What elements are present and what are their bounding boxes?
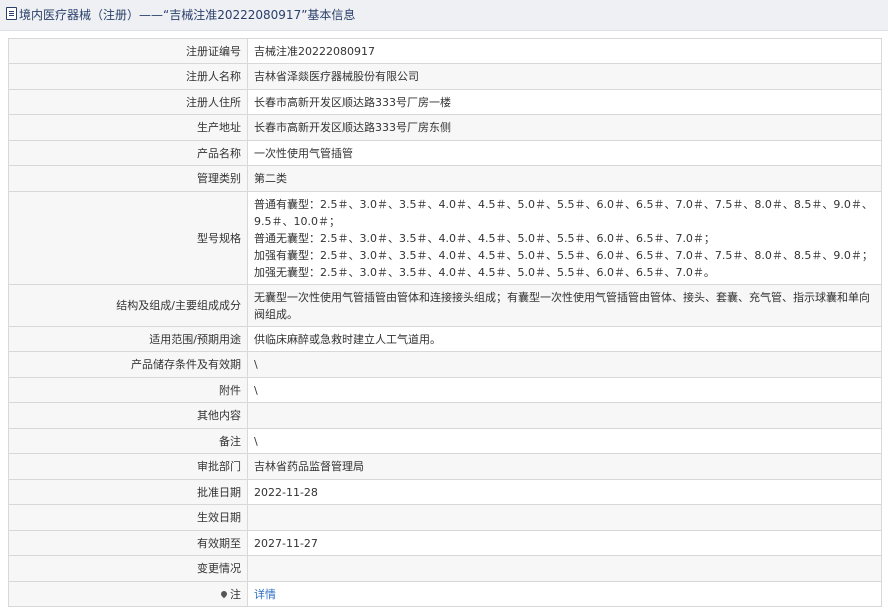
table-row: 产品名称 一次性使用气管插管	[8, 140, 882, 166]
row-value: 长春市高新开发区顺达路333号厂房一楼	[247, 89, 882, 115]
note-label-cell: 注	[8, 581, 248, 607]
table-row: 结构及组成/主要组成成分 无囊型一次性使用气管插管由管体和连接接头组成；有囊型一…	[8, 284, 882, 327]
row-value: \	[247, 428, 882, 454]
row-label: 附件	[8, 377, 248, 403]
table-row: 型号规格 普通有囊型：2.5＃、3.0＃、3.5＃、4.0＃、4.5＃、5.0＃…	[8, 191, 882, 285]
row-label: 变更情况	[8, 555, 248, 582]
table-row: 备注 \	[8, 428, 882, 454]
row-value: 无囊型一次性使用气管插管由管体和连接接头组成；有囊型一次性使用气管插管由管体、接…	[247, 284, 882, 327]
row-value: 第二类	[247, 165, 882, 192]
row-label: 生产地址	[8, 114, 248, 141]
document-icon	[6, 7, 17, 20]
table-row: 生产地址 长春市高新开发区顺达路333号厂房东侧	[8, 114, 882, 141]
row-label: 结构及组成/主要组成成分	[8, 284, 248, 327]
row-label: 生效日期	[8, 504, 248, 531]
details-link[interactable]: 详情	[254, 588, 276, 601]
table-row: 注册人住所 长春市高新开发区顺达路333号厂房一楼	[8, 89, 882, 115]
row-value: 2027-11-27	[247, 530, 882, 556]
model-spec-line: 加强有囊型：2.5＃、3.0＃、3.5＃、4.0＃、4.5＃、5.0＃、5.5＃…	[254, 248, 873, 262]
row-value: \	[247, 351, 882, 378]
row-value: 供临床麻醉或急救时建立人工气道用。	[247, 326, 882, 352]
row-value: 一次性使用气管插管	[247, 140, 882, 166]
row-value: \	[247, 377, 882, 403]
page-title-bar: 境内医疗器械（注册）——“吉械注准20222080917”基本信息	[0, 0, 888, 31]
row-label: 管理类别	[8, 165, 248, 192]
row-value	[247, 504, 882, 531]
row-value: 吉林省药品监督管理局	[247, 453, 882, 480]
table-row: 变更情况	[8, 555, 882, 582]
row-label: 产品名称	[8, 140, 248, 166]
note-value-cell: 详情	[247, 581, 882, 607]
table-row: 生效日期	[8, 504, 882, 531]
row-value: 长春市高新开发区顺达路333号厂房东侧	[247, 114, 882, 141]
table-row: 适用范围/预期用途 供临床麻醉或急救时建立人工气道用。	[8, 326, 882, 352]
table-row: 注册人名称 吉林省泽燚医疗器械股份有限公司	[8, 63, 882, 90]
row-label: 备注	[8, 428, 248, 454]
table-row: 批准日期 2022-11-28	[8, 479, 882, 505]
row-label: 其他内容	[8, 402, 248, 429]
row-value: 吉林省泽燚医疗器械股份有限公司	[247, 63, 882, 90]
row-label: 注册人住所	[8, 89, 248, 115]
pin-icon	[219, 589, 229, 598]
table-row: 注 详情	[8, 581, 882, 607]
row-value: 2022-11-28	[247, 479, 882, 505]
model-spec-line: 普通无囊型：2.5＃、3.0＃、3.5＃、4.0＃、4.5＃、5.0＃、5.5＃…	[254, 231, 715, 245]
row-label: 注册证编号	[8, 38, 248, 64]
row-label: 注册人名称	[8, 63, 248, 90]
table-row: 其他内容	[8, 402, 882, 429]
row-value	[247, 555, 882, 582]
row-value: 吉械注准20222080917	[247, 38, 882, 64]
row-value	[247, 402, 882, 429]
model-spec-line: 加强无囊型：2.5＃、3.0＃、3.5＃、4.0＃、4.5＃、5.0＃、5.5＃…	[254, 265, 715, 279]
table-row: 审批部门 吉林省药品监督管理局	[8, 453, 882, 480]
row-label: 注	[230, 587, 241, 601]
table-row: 管理类别 第二类	[8, 165, 882, 192]
page-title: 境内医疗器械（注册）——“吉械注准20222080917”基本信息	[19, 8, 356, 22]
row-label: 审批部门	[8, 453, 248, 480]
table-row: 产品储存条件及有效期 \	[8, 351, 882, 378]
row-label: 型号规格	[8, 191, 248, 285]
row-label: 有效期至	[8, 530, 248, 556]
table-row: 注册证编号 吉械注准20222080917	[8, 38, 882, 64]
table-row: 有效期至 2027-11-27	[8, 530, 882, 556]
model-spec-list: 普通有囊型：2.5＃、3.0＃、3.5＃、4.0＃、4.5＃、5.0＃、5.5＃…	[247, 191, 882, 285]
model-spec-line: 普通有囊型：2.5＃、3.0＃、3.5＃、4.0＃、4.5＃、5.0＃、5.5＃…	[254, 197, 873, 228]
row-label: 适用范围/预期用途	[8, 326, 248, 352]
detail-table: 注册证编号 吉械注准20222080917 注册人名称 吉林省泽燚医疗器械股份有…	[8, 38, 882, 607]
table-row: 附件 \	[8, 377, 882, 403]
row-label: 批准日期	[8, 479, 248, 505]
row-label: 产品储存条件及有效期	[8, 351, 248, 378]
detail-table-container: 注册证编号 吉械注准20222080917 注册人名称 吉林省泽燚医疗器械股份有…	[8, 38, 882, 607]
